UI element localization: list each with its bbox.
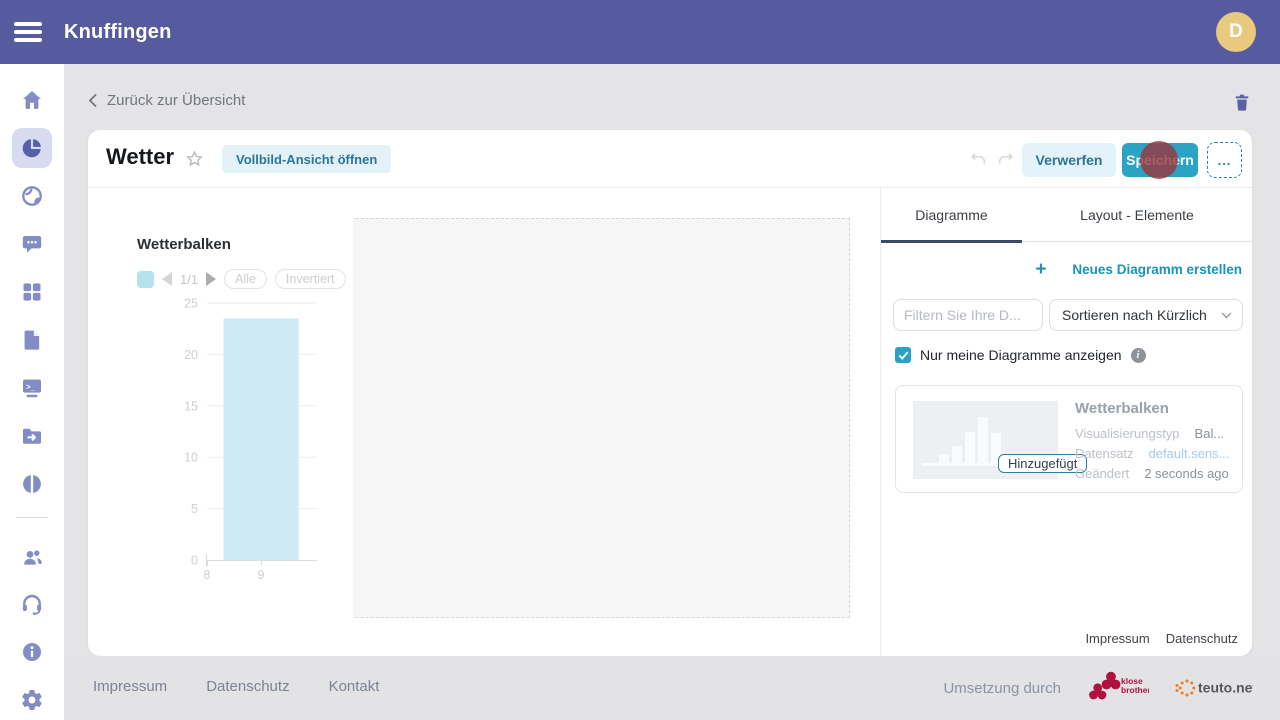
svg-text:25: 25 (184, 297, 198, 311)
diagram-item-title: Wetterbalken (1075, 400, 1169, 417)
redo-icon[interactable] (996, 150, 1016, 170)
only-mine-checkbox[interactable] (895, 347, 911, 363)
more-options-button[interactable]: ... (1207, 142, 1242, 178)
undo-icon[interactable] (968, 150, 988, 170)
sidebar-divider (16, 517, 48, 518)
save-button[interactable]: Speichern (1122, 143, 1198, 177)
support-headset-icon[interactable] (20, 592, 44, 616)
diagram-type-value: Bal... (1195, 426, 1225, 441)
modified-label: Geändert (1075, 466, 1129, 481)
hamburger-menu-icon[interactable] (14, 22, 42, 42)
dataset-link[interactable]: default.sens... (1149, 446, 1230, 461)
footer-impressum-link[interactable]: Impressum (93, 678, 167, 695)
settings-gear-icon[interactable] (20, 688, 44, 712)
editor-card: Wetter Vollbild-Ansicht öffnen Verwerfen… (88, 130, 1252, 656)
export-folder-icon[interactable] (20, 424, 44, 448)
only-mine-row: Nur meine Diagramme anzeigen i (895, 347, 1146, 363)
footer-datenschutz-link[interactable]: Datenschutz (206, 678, 289, 695)
credit-label: Umsetzung durch (943, 680, 1061, 697)
chevron-left-icon (88, 93, 98, 108)
dashboard-title: Wetter (106, 144, 174, 170)
svg-text:brothers: brothers (1121, 685, 1149, 695)
discard-button[interactable]: Verwerfen (1022, 143, 1116, 177)
back-link-label: Zurück zur Übersicht (107, 92, 245, 109)
modified-value: 2 seconds ago (1144, 466, 1229, 481)
plus-icon: + (1035, 260, 1046, 279)
create-diagram-label: Neues Diagramm erstellen (1072, 262, 1242, 277)
app-title: Knuffingen (64, 21, 172, 44)
info-icon[interactable]: i (1131, 348, 1146, 363)
svg-text:10: 10 (184, 451, 198, 465)
fullscreen-button[interactable]: Vollbild-Ansicht öffnen (222, 145, 391, 173)
tab-layout-elemente[interactable]: Layout - Elemente (1022, 188, 1252, 241)
pie-chart-icon[interactable] (20, 136, 44, 160)
panel-datenschutz-link[interactable]: Datenschutz (1166, 631, 1238, 646)
terminal-icon[interactable]: >_ (20, 376, 44, 400)
footer-credits: Umsetzung durch klose brothers teuto.net (943, 668, 1253, 708)
modified-row: Geändert 2 seconds ago (1075, 466, 1229, 481)
added-badge: Hinzugefügt (998, 454, 1087, 473)
globe-icon[interactable] (20, 184, 44, 208)
svg-text:20: 20 (184, 348, 198, 362)
page-next-icon[interactable] (206, 272, 216, 286)
chevron-down-icon (1221, 312, 1232, 319)
page-prev-icon[interactable] (162, 272, 172, 286)
user-avatar[interactable]: D (1216, 12, 1256, 52)
create-diagram-link[interactable]: + Neues Diagramm erstellen (1035, 260, 1242, 279)
svg-text:15: 15 (184, 399, 198, 413)
diagram-type-label: Visualisierungstyp (1075, 426, 1180, 441)
svg-text:0: 0 (191, 554, 198, 568)
svg-text:8: 8 (204, 568, 211, 582)
page-indicator: 1/1 (180, 272, 198, 287)
diagram-type-row: Visualisierungstyp Bal... (1075, 426, 1224, 441)
invert-button[interactable]: Invertiert (275, 269, 346, 289)
favorite-star-icon[interactable] (184, 149, 205, 170)
check-icon (898, 351, 909, 360)
svg-text:>_: >_ (26, 382, 36, 391)
footer-kontakt-link[interactable]: Kontakt (329, 678, 380, 695)
legend-swatch[interactable] (137, 271, 154, 288)
teuto-net-logo[interactable]: teuto.net (1175, 676, 1253, 700)
sort-dropdown-value: Sortieren nach Kürzlich (1062, 307, 1207, 323)
diagram-list-item[interactable]: Hinzugefügt Wetterbalken Visualisierungs… (895, 385, 1243, 493)
bar-chart: 0 5 10 15 20 25 8 9 (136, 295, 337, 595)
home-icon[interactable] (20, 88, 44, 112)
panel-tabs: Diagramme Layout - Elemente (881, 188, 1252, 242)
klose-brothers-logo[interactable]: klose brothers (1087, 671, 1149, 705)
filter-input[interactable] (893, 299, 1043, 331)
sidebar: >_ (0, 64, 64, 720)
users-icon[interactable] (20, 545, 44, 569)
sort-dropdown[interactable]: Sortieren nach Kürzlich (1049, 299, 1243, 331)
chart-widget[interactable]: Wetterbalken 1/1 Alle Invertiert 0 5 10 15 2… (120, 218, 353, 618)
chart-widget-title: Wetterbalken (137, 236, 231, 253)
dataset-label: Datensatz (1075, 446, 1134, 461)
document-icon[interactable] (20, 328, 44, 352)
diagram-panel: Diagramme Layout - Elemente + Neues Diag… (880, 188, 1252, 656)
topbar: Knuffingen D (0, 0, 1280, 64)
svg-text:teuto.net: teuto.net (1198, 680, 1253, 696)
dataset-row: Datensatz default.sens... (1075, 446, 1230, 461)
info-icon[interactable] (20, 640, 44, 664)
filter-all-button[interactable]: Alle (224, 269, 267, 289)
panel-impressum-link[interactable]: Impressum (1085, 631, 1149, 646)
page-footer: Impressum Datenschutz Kontakt Umsetzung … (64, 656, 1280, 720)
delete-trash-icon[interactable] (1232, 92, 1252, 113)
editor-header: Wetter Vollbild-Ansicht öffnen Verwerfen… (88, 130, 1252, 188)
svg-text:9: 9 (258, 568, 265, 582)
dashboard-grid-icon[interactable] (20, 280, 44, 304)
back-link[interactable]: Zurück zur Übersicht (88, 92, 245, 109)
tab-diagramme[interactable]: Diagramme (881, 188, 1022, 241)
split-pie-icon[interactable] (20, 472, 44, 496)
panel-footer-links: Impressum Datenschutz (1085, 631, 1238, 646)
footer-links: Impressum Datenschutz Kontakt (93, 678, 379, 695)
svg-text:5: 5 (191, 502, 198, 516)
comments-icon[interactable] (20, 232, 44, 256)
only-mine-label: Nur meine Diagramme anzeigen (920, 347, 1122, 363)
app-window: Knuffingen D >_ Zurück zur Übersicht Wet… (0, 0, 1280, 720)
chart-widget-controls: 1/1 Alle Invertiert (137, 269, 346, 289)
